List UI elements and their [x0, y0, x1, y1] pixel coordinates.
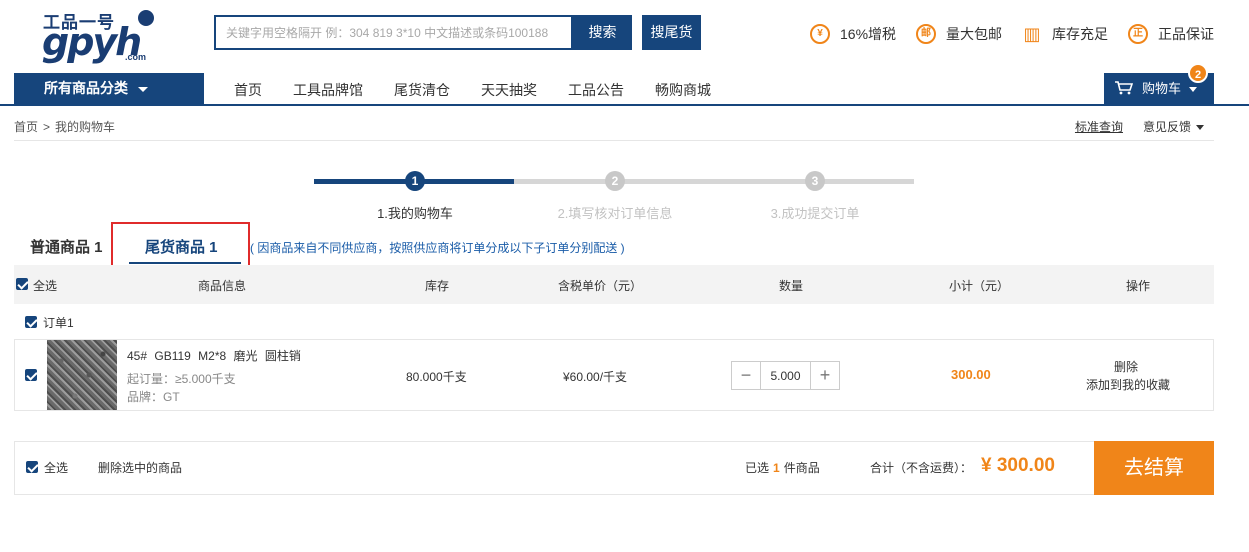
- select-all-label: 全选: [33, 279, 58, 293]
- search-box: [214, 15, 573, 50]
- step-2-label: 2.填写核对订单信息: [557, 206, 673, 221]
- selected-prefix: 已选: [745, 461, 770, 475]
- order-checkbox[interactable]: [25, 316, 37, 328]
- delete-selected-link[interactable]: 删除选中的商品: [98, 459, 182, 476]
- supplier-note: ( 因商品来自不同供应商，按照供应商将订单分成以下子订单分别配送 ): [250, 241, 625, 255]
- product-brand: 品牌：GT: [127, 390, 180, 404]
- perk-stock: ▥ 库存充足: [1022, 22, 1109, 46]
- breadcrumb: 首页 > 我的购物车: [14, 118, 115, 135]
- search-input[interactable]: [216, 17, 571, 48]
- feedback-dropdown[interactable]: 意见反馈: [1143, 118, 1204, 135]
- cart-table-header: 全选 商品信息 库存 含税单价（元） 数量 小计（元） 操作: [14, 265, 1214, 304]
- order-label: 订单1: [43, 316, 74, 330]
- quantity-increase-button[interactable]: +: [810, 362, 839, 389]
- step-3-dot: 3: [805, 171, 825, 191]
- feedback-label: 意见反馈: [1142, 120, 1191, 134]
- cart-label: 购物车: [1142, 81, 1182, 96]
- total-amount: ¥ 300.00: [981, 455, 1055, 476]
- nav-link-clearance[interactable]: 尾货清仓: [394, 73, 450, 104]
- perk-label: 库存充足: [1052, 26, 1109, 42]
- perk-label: 16%增税: [840, 26, 897, 42]
- logo-ball-icon: [138, 10, 154, 26]
- col-qty: 数量: [779, 279, 804, 293]
- perk-label: 量大包邮: [946, 26, 1003, 42]
- breadcrumb-home[interactable]: 首页: [14, 120, 38, 134]
- all-categories-button[interactable]: 所有商品分类: [14, 73, 204, 104]
- logo-text-domain: .com: [125, 52, 147, 62]
- site-logo[interactable]: 工品一号 gpyh .com: [40, 6, 160, 64]
- chevron-down-icon: [138, 86, 148, 92]
- nav-link-brands[interactable]: 工具品牌馆: [293, 73, 363, 104]
- progress-line-todo: [514, 179, 914, 184]
- mail-icon: 邮: [916, 24, 937, 44]
- search-tail-button[interactable]: 搜尾货: [642, 15, 701, 50]
- all-categories-label: 所有商品分类: [44, 80, 128, 96]
- item-subtotal: 300.00: [951, 367, 991, 382]
- step-3-label: 3.成功提交订单: [770, 206, 860, 221]
- breadcrumb-separator: >: [43, 120, 51, 134]
- step-1-dot: 1: [405, 171, 425, 191]
- product-name[interactable]: 45# GB119 M2*8 磨光 圆柱销: [127, 347, 301, 364]
- col-info: 商品信息: [198, 279, 247, 293]
- nav-link-home[interactable]: 首页: [234, 73, 262, 104]
- product-thumbnail[interactable]: [47, 340, 117, 410]
- tab-normal-goods[interactable]: 普通商品 1: [30, 236, 103, 257]
- add-to-favorites-link[interactable]: 添加到我的收藏: [1086, 376, 1170, 393]
- perk-label: 正品保证: [1158, 26, 1215, 42]
- chevron-down-icon: [1196, 125, 1204, 131]
- col-ops: 操作: [1126, 279, 1151, 293]
- step-2-dot: 2: [605, 171, 625, 191]
- main-navbar: 所有商品分类 首页 工具品牌馆 尾货清仓 天天抽奖 工品公告 畅购商城 购物车: [0, 73, 1249, 106]
- quantity-decrease-button[interactable]: −: [732, 362, 761, 389]
- col-subtotal: 小计（元）: [949, 279, 1010, 293]
- nav-link-mall[interactable]: 畅购商城: [655, 73, 711, 104]
- delete-item-link[interactable]: 删除: [1114, 358, 1138, 375]
- checkout-button[interactable]: 去结算: [1094, 441, 1214, 495]
- nav-link-notice[interactable]: 工品公告: [568, 73, 624, 104]
- search-button[interactable]: 搜索: [573, 15, 632, 50]
- breadcrumb-current: 我的购物车: [55, 120, 116, 134]
- quantity-stepper: − +: [731, 361, 840, 390]
- product-min-order: 起订量：≥5.000千支: [127, 372, 236, 386]
- col-price: 含税单价（元）: [558, 279, 643, 293]
- product-price: ¥60.00/千支: [563, 370, 628, 384]
- genuine-icon: 正: [1128, 24, 1149, 44]
- selected-suffix: 件商品: [783, 461, 820, 475]
- perk-shipping: 邮 量大包邮: [916, 22, 1002, 46]
- standard-query-link[interactable]: 标准查询: [1075, 118, 1123, 135]
- nav-links: 首页 工具品牌馆 尾货清仓 天天抽奖 工品公告 畅购商城: [234, 73, 742, 104]
- select-all-checkbox[interactable]: [16, 278, 28, 290]
- footer-select-all-label: 全选: [44, 461, 69, 475]
- total-label: 合计（不含运费）：: [870, 461, 973, 475]
- highlight-box: [111, 222, 250, 269]
- perks-bar: ¥ 16%增税 邮 量大包邮 ▥ 库存充足 正 正品保证: [810, 22, 1214, 46]
- quantity-input[interactable]: [761, 362, 810, 389]
- top-links: 标准查询 意见反馈: [1075, 118, 1204, 135]
- yuan-icon: ¥: [810, 24, 830, 44]
- product-stock: 80.000千支: [406, 370, 467, 384]
- perk-genuine: 正 正品保证: [1128, 22, 1214, 46]
- chevron-down-icon: [1189, 87, 1198, 93]
- divider: [14, 140, 1214, 141]
- selected-count-text: 已选 1 件商品: [745, 459, 820, 476]
- warehouse-icon: ▥: [1023, 24, 1041, 44]
- nav-link-lottery[interactable]: 天天抽奖: [481, 73, 537, 104]
- cart-count-badge: 2: [1188, 63, 1208, 83]
- item-checkbox[interactable]: [25, 369, 37, 381]
- step-1-label: 1.我的购物车: [377, 206, 453, 221]
- selected-count: 1: [773, 461, 780, 475]
- perk-tax: ¥ 16%增税: [810, 22, 896, 46]
- col-stock: 库存: [425, 279, 450, 293]
- cart-icon: [1115, 81, 1133, 95]
- footer-select-all-checkbox[interactable]: [26, 461, 38, 473]
